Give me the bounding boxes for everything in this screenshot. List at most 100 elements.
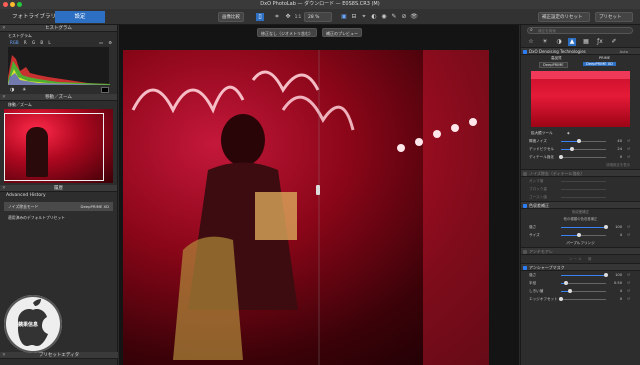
dim-enable-checkbox[interactable] xyxy=(523,172,527,176)
loupe-icon[interactable]: ◈ xyxy=(567,129,570,137)
split-view-icon[interactable]: ▯ xyxy=(256,13,264,21)
slider-value[interactable]: 0.50 xyxy=(614,279,622,287)
crop-icon[interactable]: ⌗ xyxy=(273,13,281,21)
tab-library[interactable]: フォトライブラリ xyxy=(8,11,60,23)
denoise-enable-checkbox[interactable] xyxy=(523,50,527,54)
slider-value[interactable]: 100 xyxy=(615,223,622,231)
compare-button[interactable]: 画像比較 xyxy=(218,12,244,22)
chromatic-section-header[interactable]: 色収差補正 xyxy=(521,201,640,209)
close-icon[interactable]: ✕ xyxy=(2,94,6,101)
slider-value[interactable]: 100 xyxy=(615,271,622,279)
close-icon[interactable]: ✕ xyxy=(2,352,6,359)
unsharp-enable-checkbox[interactable] xyxy=(523,266,527,270)
chromatic-enable-checkbox[interactable] xyxy=(523,204,527,208)
red-eye-icon[interactable]: ◉ xyxy=(380,13,388,21)
image-viewer[interactable]: 修正なし（ジオメトリ含む） 補正のプレビュー xyxy=(119,25,519,365)
slider-knob[interactable] xyxy=(559,297,563,301)
navigator-viewport-frame[interactable] xyxy=(4,113,104,181)
slider-knob[interactable] xyxy=(568,289,572,293)
slider-value[interactable]: 4 xyxy=(620,231,622,239)
denoise-settings-link[interactable]: 詳細設定を表示 xyxy=(521,161,640,169)
maximize-window-icon[interactable] xyxy=(17,2,22,7)
slider-knob[interactable] xyxy=(563,281,568,285)
corrections-search-input[interactable] xyxy=(527,27,633,34)
before-button[interactable]: 修正なし（ジオメトリ含む） xyxy=(257,28,317,37)
reset-corrections-button[interactable]: 補正設定のリセット xyxy=(538,12,590,22)
slider-knob[interactable] xyxy=(604,225,608,229)
slider-unsharp[interactable]: しきい値 4 ↺ xyxy=(521,287,640,295)
mode-prime[interactable]: PRIME xyxy=(599,56,610,60)
split-handle[interactable] xyxy=(316,185,320,195)
tab-customize[interactable]: 設定 xyxy=(55,11,105,23)
zoom-fit-button[interactable]: 1:1 xyxy=(293,13,303,21)
settings-icon[interactable]: ⚙ xyxy=(108,39,112,46)
move-icon[interactable]: ✥ xyxy=(284,13,292,21)
slider-unsharp[interactable]: 強さ 100 ↺ xyxy=(521,271,640,279)
slider-knob[interactable] xyxy=(569,147,574,151)
zoom-level-select[interactable]: 28 % xyxy=(304,12,332,22)
slider-track[interactable] xyxy=(561,282,606,284)
photo-canvas[interactable] xyxy=(123,50,489,365)
history-item[interactable]: 適用済みのデフォルトプリセット xyxy=(4,213,113,222)
slider-chromatic-size[interactable]: サイズ 4 ↺ xyxy=(521,231,640,239)
brush-icon[interactable]: ⊘ xyxy=(400,13,408,21)
slider-value[interactable]: 40 xyxy=(617,137,622,145)
preview-button[interactable]: 補正のプレビュー xyxy=(322,28,362,37)
link-icon[interactable]: ⛓ xyxy=(588,257,592,261)
channel-g[interactable]: G xyxy=(32,40,35,45)
slider-knob[interactable] xyxy=(604,273,608,277)
mask-icon[interactable]: ✎ xyxy=(390,13,398,21)
navigator-thumbnail[interactable] xyxy=(4,109,113,183)
reset-icon[interactable]: ↺ xyxy=(627,287,630,295)
unsharp-section-header[interactable]: アンシャープマスク xyxy=(521,263,640,271)
slider-unsharp[interactable]: エッジオフセット 0 ↺ xyxy=(521,295,640,303)
history-header[interactable]: ✕ 履歴 xyxy=(0,185,117,192)
channel-r[interactable]: R xyxy=(24,40,27,45)
watermark-icon[interactable]: ✐ xyxy=(610,38,618,46)
history-item[interactable]: ノイズ除去モード DeepPRIME XD xyxy=(4,202,113,211)
preset-editor-header[interactable]: ✕ プリセットエディタ xyxy=(0,352,118,359)
slider-unsharp[interactable]: 半径 0.50 ↺ xyxy=(521,279,640,287)
reset-icon[interactable]: ↺ xyxy=(627,153,630,161)
close-window-icon[interactable] xyxy=(3,2,8,7)
channel-b[interactable]: B xyxy=(40,40,43,45)
reset-icon[interactable]: ↺ xyxy=(627,231,630,239)
geometry-icon[interactable]: ▦ xyxy=(582,38,590,46)
slider-track[interactable] xyxy=(561,156,606,158)
monitor-icon[interactable]: ▭ xyxy=(99,39,103,46)
slider-value[interactable]: 0 xyxy=(620,153,622,161)
reset-icon[interactable]: ↺ xyxy=(627,279,630,287)
reset-icon[interactable]: ↺ xyxy=(627,223,630,231)
histogram-header[interactable]: ✕ ヒストグラム xyxy=(0,25,117,32)
highlight-clip-icon[interactable]: ☀ xyxy=(22,87,26,93)
minimize-window-icon[interactable] xyxy=(10,2,15,7)
close-icon[interactable]: ✕ xyxy=(2,185,6,192)
tool-1-icon[interactable]: ▣ xyxy=(340,13,348,21)
shadow-clip-icon[interactable]: ◑ xyxy=(10,87,14,93)
locked-enable-checkbox[interactable] xyxy=(523,250,527,254)
local-adjust-icon[interactable]: ◐ xyxy=(370,13,378,21)
slider-value[interactable]: 4 xyxy=(620,287,622,295)
eye-icon[interactable]: 👁 xyxy=(410,13,418,21)
mode-hq[interactable]: 高品質 xyxy=(551,56,562,61)
slider-value[interactable]: 0 xyxy=(620,295,622,303)
mode-deepprime-xd[interactable]: DeepPRIME XD xyxy=(583,62,616,66)
close-icon[interactable]: ✕ xyxy=(2,25,6,32)
loupe-preview[interactable] xyxy=(531,71,630,127)
slider-value[interactable]: 24 xyxy=(617,145,622,153)
reset-icon[interactable]: ↺ xyxy=(627,145,630,153)
local-icon[interactable]: ƒx xyxy=(596,38,604,46)
reset-icon[interactable]: ↺ xyxy=(627,271,630,279)
slider-knob[interactable] xyxy=(559,155,563,159)
slider-knob[interactable] xyxy=(577,233,581,237)
light-icon[interactable]: ☀ xyxy=(541,38,549,46)
star-icon[interactable]: ☆ xyxy=(527,38,535,46)
presets-button[interactable]: プリセット xyxy=(595,12,633,22)
reset-icon[interactable]: ↺ xyxy=(627,295,630,303)
reset-icon[interactable]: ↺ xyxy=(627,137,630,145)
slider-chromatic-strength[interactable]: 強さ 100 ↺ xyxy=(521,223,640,231)
mode-deepprime[interactable]: DeepPRIME xyxy=(539,62,568,68)
denoise-section-header[interactable]: DxO Denoising Technologies Auto xyxy=(521,47,640,55)
slider-detail-enhance[interactable]: ディテール強化 0 ↺ xyxy=(521,153,640,161)
slider-knob[interactable] xyxy=(577,139,581,143)
